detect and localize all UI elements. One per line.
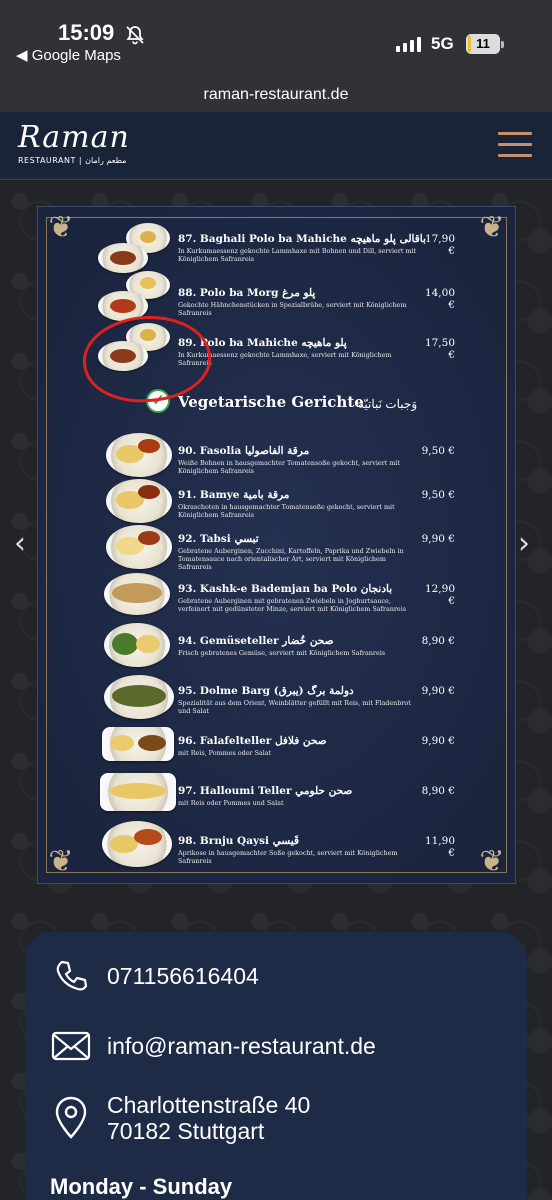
dish-photo <box>106 433 172 477</box>
envelope-icon <box>51 1026 91 1066</box>
dish-description: mit Reis oder Pommes und Salat <box>178 799 284 807</box>
dish-name: 93. Kashk-e Bademjan ba Polo بادنجان <box>178 583 393 595</box>
logo-subtitle: RESTAURANT | مطعم رامان <box>18 156 127 165</box>
dish-photo <box>98 243 148 273</box>
dish-name: 92. Tabsi تبسي <box>178 533 259 545</box>
back-to-app-link[interactable]: ◀ Google Maps <box>16 46 121 64</box>
contact-phone-row[interactable]: 071156616404 <box>51 956 259 996</box>
dish-photo <box>106 479 172 523</box>
address[interactable]: Charlottenstraße 40 70182 Stuttgart <box>107 1092 310 1144</box>
dish-price: 8,90 € <box>421 635 455 647</box>
battery-cap <box>501 41 504 48</box>
dish-price: 9,90 € <box>421 533 455 545</box>
contact-card: 071156616404 info@raman-restaurant.de Ch… <box>25 932 527 1200</box>
battery-level: 11 <box>476 36 490 51</box>
dish-price: 12,90 € <box>424 583 455 607</box>
carousel-next-arrow-icon[interactable]: › <box>518 528 538 560</box>
logo-script: Raman <box>18 120 130 155</box>
carousel-prev-arrow-icon[interactable]: ‹ <box>14 528 34 560</box>
opening-hours-label: Monday - Sunday <box>50 1174 233 1199</box>
dish-photo <box>104 573 170 615</box>
dish-description: Weiße Bohnen in hausgemachter Tomatensoß… <box>178 459 401 475</box>
dish-name: 95. Dolme Barg دولمة برگ (يبرق) <box>178 685 354 697</box>
dish-photo <box>100 773 176 811</box>
dish-description: Gebratene Auberginen, Zucchini, Kartoffe… <box>178 547 404 571</box>
site-header: Raman RESTAURANT | مطعم رامان <box>0 112 552 180</box>
dish-name: 97. Halloumi Teller صحن حلومي <box>178 785 353 797</box>
dish-name: 94. Gemüseteller صحن خُضار <box>178 635 334 647</box>
menu-page-image: ❦ ❦ ❦ ❦ 87. Baghali Polo ba Mahiche باقا… <box>37 206 516 884</box>
dish-price: 17,90 € <box>424 233 455 257</box>
dish-name: 91. Bamye مرقة بامية <box>178 489 290 501</box>
dish-description: Frisch gebratenes Gemüse, serviert mit K… <box>178 649 386 657</box>
dish-photo <box>104 675 174 719</box>
logo[interactable]: Raman RESTAURANT | مطعم رامان <box>18 122 138 172</box>
address-city: 70182 Stuttgart <box>107 1118 265 1144</box>
dish-description: Aprikose in hausgemachter Soße gekocht, … <box>178 849 398 865</box>
dish-photo <box>104 623 170 667</box>
signal-icon <box>396 36 421 52</box>
dish-name: 90. Fasolia مرقة الفاصوليا <box>178 445 310 457</box>
corner-ornament-icon: ❦ <box>479 210 505 245</box>
section-title-arabic: وَجبات نَباتيّة <box>358 397 418 411</box>
network-type: 5G <box>431 34 454 53</box>
address-street: Charlottenstraße 40 <box>107 1092 311 1118</box>
battery-icon: 11 <box>466 34 500 54</box>
phone-icon <box>51 956 91 996</box>
contact-address-row[interactable]: Charlottenstraße 40 70182 Stuttgart <box>51 1092 310 1144</box>
location-pin-icon <box>51 1096 91 1139</box>
dish-name: 87. Baghali Polo ba Mahiche باقالی پلو م… <box>178 233 426 245</box>
dish-name: 96. Falafelteller صحن فلافل <box>178 735 327 747</box>
dish-description: In Kurkumaessenz gekochte Lammhaxe mit B… <box>178 247 417 263</box>
dish-price: 17,50 € <box>424 337 455 361</box>
dish-price: 9,90 € <box>421 735 455 747</box>
dish-price: 14,00 € <box>424 287 455 311</box>
email-address[interactable]: info@raman-restaurant.de <box>107 1033 376 1059</box>
section-title: Vegetarische Gerichte <box>178 393 364 411</box>
status-time: 15:09 <box>58 20 115 45</box>
dish-description: In Kurkumaessenz gekochte Lammhaxe, serv… <box>178 351 392 367</box>
status-bar: 15:09 ◀ Google Maps 5G 11 <box>0 0 552 78</box>
dish-price: 11,90 € <box>424 835 455 859</box>
dish-price: 9,50 € <box>421 445 455 457</box>
dish-description: Gekochte Hähnchenstücken in Spezialbrühe… <box>178 301 407 317</box>
dish-price: 8,90 € <box>421 785 455 797</box>
dish-name: 89. Polo ba Mahiche پلو ماهیچه <box>178 337 347 349</box>
contact-email-row[interactable]: info@raman-restaurant.de <box>51 1026 376 1066</box>
dish-description: Gebratene Auberginen mit gebratenen Zwie… <box>178 597 407 613</box>
dish-description: Spezialität aus dem Orient, Weinblätter … <box>178 699 411 715</box>
corner-ornament-icon: ❦ <box>48 844 74 879</box>
dish-price: 9,90 € <box>421 685 455 697</box>
dish-price: 9,50 € <box>421 489 455 501</box>
dish-photo <box>106 525 172 569</box>
dish-description: mit Reis, Pommes oder Salat <box>178 749 272 757</box>
dish-name: 98. Brnju Qaysi قَيسي <box>178 835 299 847</box>
corner-ornament-icon: ❦ <box>48 210 74 245</box>
url-bar[interactable]: raman-restaurant.de <box>0 78 552 112</box>
phone-number[interactable]: 071156616404 <box>107 963 259 989</box>
dish-photo <box>102 727 174 761</box>
hamburger-menu-icon[interactable] <box>498 132 532 160</box>
corner-ornament-icon: ❦ <box>479 844 505 879</box>
dish-photo <box>102 821 172 867</box>
dish-name: 88. Polo ba Morg پلو مرغ <box>178 287 316 299</box>
bell-muted-icon <box>126 26 144 45</box>
dish-description: Okraschoten in hausgemachter Tomatensoße… <box>178 503 395 519</box>
